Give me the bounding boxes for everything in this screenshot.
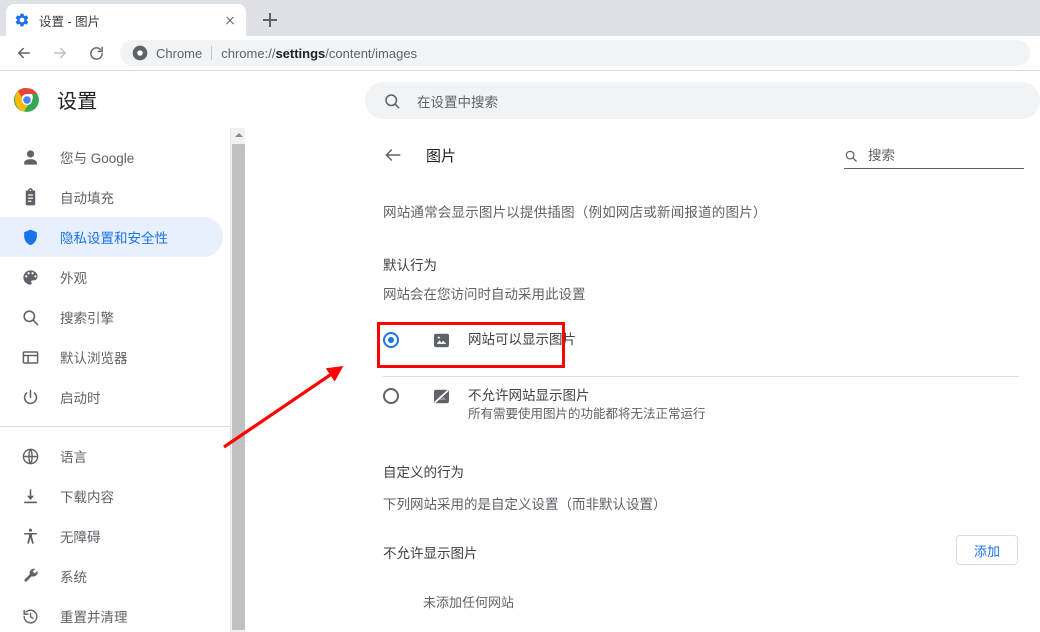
browser-window: 设置 - 图片 Chrome chrome://settings/content… xyxy=(0,0,1040,632)
download-icon xyxy=(20,486,40,506)
sidebar-item-privacy-and-security[interactable]: 隐私设置和安全性 xyxy=(0,217,223,257)
content-header: 图片 xyxy=(383,144,456,166)
globe-icon xyxy=(20,446,40,466)
sidebar-item-default-browser[interactable]: 默认浏览器 xyxy=(0,337,223,377)
radio-button-unselected[interactable] xyxy=(383,388,399,404)
sidebar-item-label: 自动填充 xyxy=(60,191,114,206)
chrome-icon xyxy=(132,45,148,61)
palette-icon xyxy=(20,267,40,287)
search-icon xyxy=(844,149,858,163)
radio-option-block-images[interactable]: 不允许网站显示图片 所有需要使用图片的功能都将无法正常运行 xyxy=(383,387,1003,423)
option-divider xyxy=(383,376,1019,377)
radio-button-selected[interactable] xyxy=(383,332,399,348)
history-restore-icon xyxy=(20,606,40,626)
sidebar-item-accessibility[interactable]: 无障碍 xyxy=(0,516,223,556)
url-prefix: chrome:// xyxy=(221,45,276,61)
forward-button[interactable] xyxy=(46,39,74,67)
images-description: 网站通常会显示图片以提供插图（例如网店或新闻报道的图片） xyxy=(383,205,767,220)
settings-search-box[interactable]: 在设置中搜索 xyxy=(365,82,1040,119)
image-blocked-icon xyxy=(432,387,452,407)
sidebar-item-label: 您与 Google xyxy=(60,151,135,166)
sidebar-item-label: 隐私设置和安全性 xyxy=(60,231,168,246)
default-behavior-heading: 默认行为 xyxy=(383,258,437,273)
browser-toolbar: Chrome chrome://settings/content/images xyxy=(0,36,1040,70)
browser-window-icon xyxy=(20,347,40,367)
url-highlight: settings xyxy=(275,45,326,61)
address-bar[interactable]: Chrome chrome://settings/content/images xyxy=(120,40,1030,66)
empty-list-note: 未添加任何网站 xyxy=(423,595,515,610)
page-title: 设置 xyxy=(57,91,98,113)
search-icon xyxy=(20,307,40,327)
sidebar-scrollbar[interactable] xyxy=(230,128,246,632)
sidebar-item-on-startup[interactable]: 启动时 xyxy=(0,377,223,417)
omnibox-scope-label: Chrome xyxy=(156,45,203,61)
sidebar-item-system[interactable]: 系统 xyxy=(0,556,223,596)
sidebar-item-downloads[interactable]: 下载内容 xyxy=(0,476,223,516)
omnibox-separator xyxy=(211,46,213,60)
permission-search-placeholder: 搜索 xyxy=(868,148,895,163)
sidebar-item-label: 无障碍 xyxy=(60,530,101,545)
radio-option-sublabel: 所有需要使用图片的功能都将无法正常运行 xyxy=(468,407,706,421)
scrollbar-thumb[interactable] xyxy=(232,144,245,630)
sidebar-item-reset-and-cleanup[interactable]: 重置并清理 xyxy=(0,596,223,632)
sidebar-group-primary: 您与 Google 自动填充 隐私设置和安全性 外观 搜索引擎 默认浏览器 启动… xyxy=(0,128,230,417)
sidebar-item-label: 默认浏览器 xyxy=(60,351,128,366)
radio-option-texts: 网站可以显示图片 xyxy=(468,331,576,348)
accessibility-icon xyxy=(20,526,40,546)
sidebar-item-label: 搜索引擎 xyxy=(60,311,114,326)
wrench-icon xyxy=(20,566,40,586)
gear-icon xyxy=(14,12,30,28)
sidebar-item-search-engine[interactable]: 搜索引擎 xyxy=(0,297,223,337)
new-tab-button[interactable] xyxy=(256,6,284,34)
radio-option-allow-images[interactable]: 网站可以显示图片 xyxy=(383,331,1003,351)
settings-content: 图片 搜索 网站通常会显示图片以提供插图（例如网店或新闻报道的图片） 默认行为 … xyxy=(246,128,1040,632)
sidebar-item-label: 启动时 xyxy=(60,391,101,406)
url-suffix: /content/images xyxy=(325,45,418,61)
sidebar-item-label: 重置并清理 xyxy=(60,610,128,625)
content-title: 图片 xyxy=(426,147,457,165)
sidebar-item-you-and-google[interactable]: 您与 Google xyxy=(0,137,223,177)
sidebar-item-label: 语言 xyxy=(60,450,87,465)
image-icon xyxy=(432,331,452,351)
tab-title: 设置 - 图片 xyxy=(39,14,101,29)
close-icon[interactable] xyxy=(222,12,238,28)
settings-search-placeholder: 在设置中搜索 xyxy=(417,94,498,110)
custom-behavior-heading: 自定义的行为 xyxy=(383,465,464,480)
browser-tab[interactable]: 设置 - 图片 xyxy=(6,4,246,36)
default-behavior-sub: 网站会在您访问时自动采用此设置 xyxy=(383,287,586,302)
shield-icon xyxy=(20,227,40,247)
radio-option-texts: 不允许网站显示图片 所有需要使用图片的功能都将无法正常运行 xyxy=(468,387,706,423)
radio-option-label: 不允许网站显示图片 xyxy=(468,388,590,403)
custom-behavior-sub: 下列网站采用的是自定义设置（而非默认设置） xyxy=(383,497,667,512)
reload-button[interactable] xyxy=(82,39,110,67)
sidebar-item-label: 系统 xyxy=(60,570,87,585)
back-arrow-icon[interactable] xyxy=(383,144,405,166)
sidebar-group-secondary: 语言 下载内容 无障碍 系统 重置并清理 xyxy=(0,427,230,632)
tab-strip: 设置 - 图片 xyxy=(0,0,1040,36)
blocked-list-heading: 不允许显示图片 xyxy=(383,546,478,561)
settings-sidebar: 您与 Google 自动填充 隐私设置和安全性 外观 搜索引擎 默认浏览器 启动… xyxy=(0,128,230,632)
add-site-button[interactable]: 添加 xyxy=(956,535,1018,565)
sidebar-item-label: 下载内容 xyxy=(60,490,114,505)
back-button[interactable] xyxy=(10,39,38,67)
search-icon xyxy=(383,92,401,110)
omnibox-url: chrome://settings/content/images xyxy=(221,46,417,61)
power-icon xyxy=(20,387,40,407)
person-icon xyxy=(20,147,40,167)
chrome-logo xyxy=(14,87,40,113)
sidebar-item-label: 外观 xyxy=(60,271,87,286)
scroll-up-arrow-icon[interactable] xyxy=(231,128,246,142)
permission-search-field[interactable]: 搜索 xyxy=(844,144,1024,169)
clipboard-icon xyxy=(20,187,40,207)
sidebar-item-autofill[interactable]: 自动填充 xyxy=(0,177,223,217)
sidebar-item-appearance[interactable]: 外观 xyxy=(0,257,223,297)
sidebar-item-languages[interactable]: 语言 xyxy=(0,436,223,476)
radio-option-label: 网站可以显示图片 xyxy=(468,332,576,347)
